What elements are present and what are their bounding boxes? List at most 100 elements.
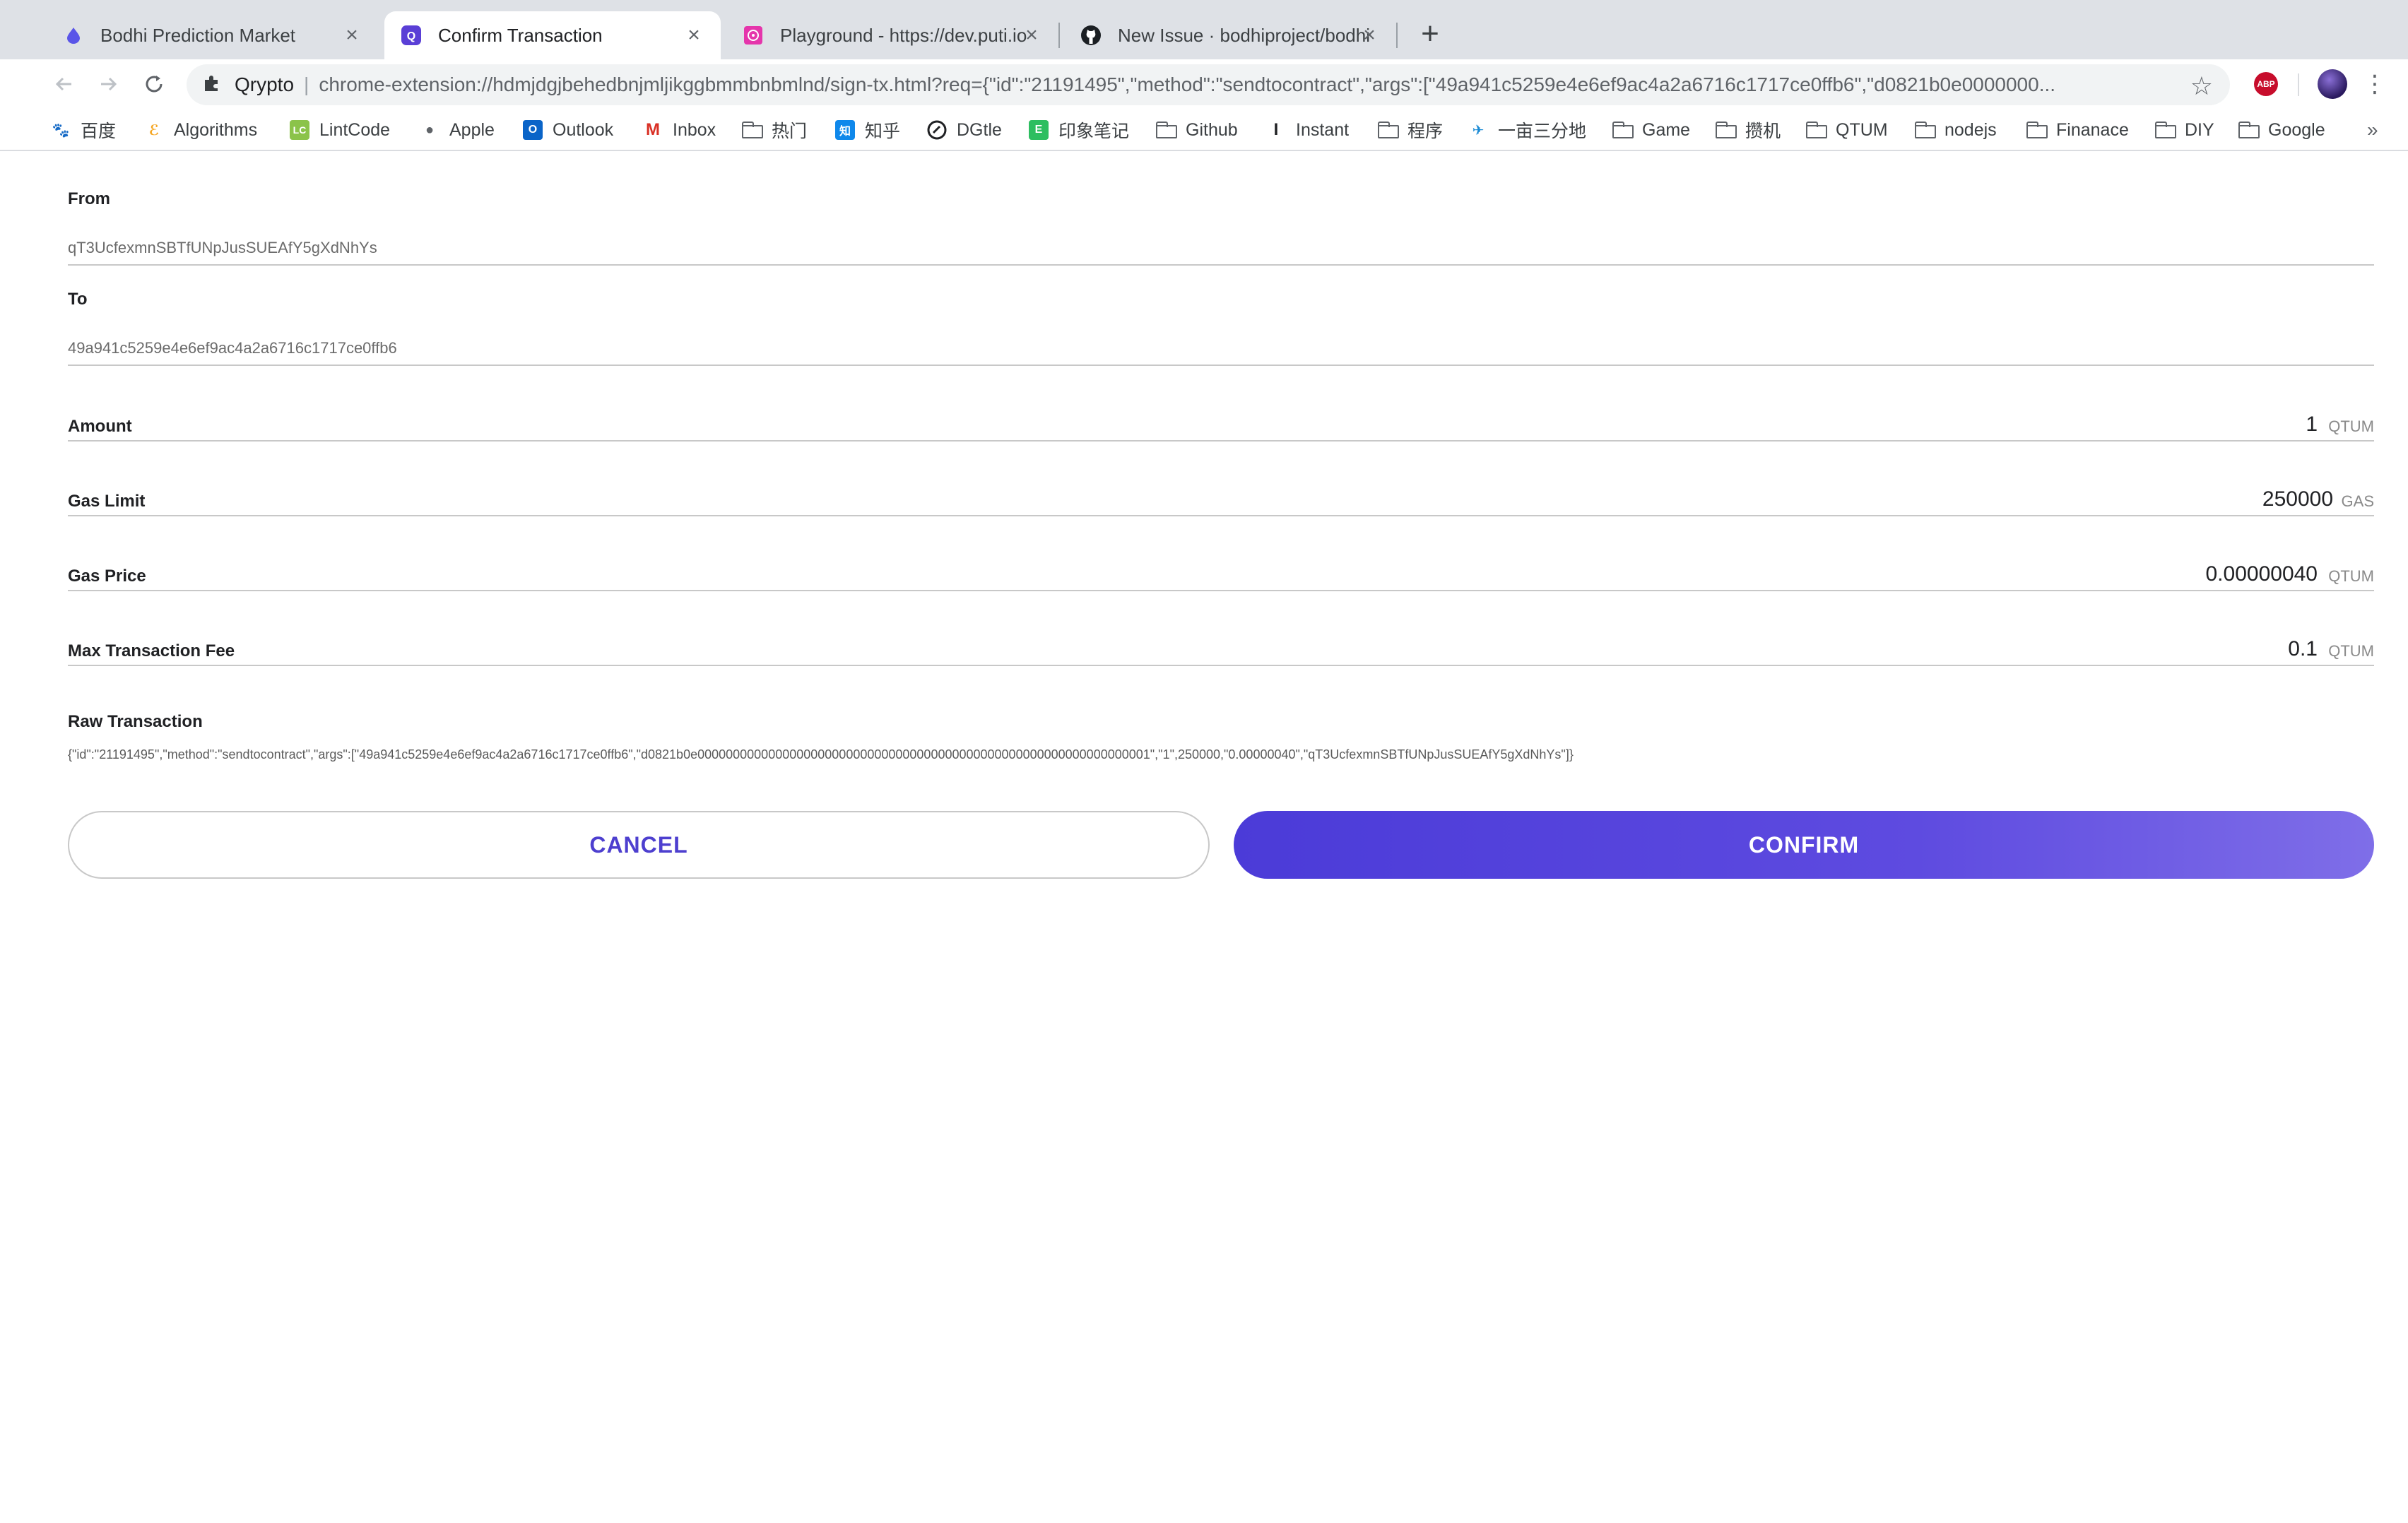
from-label: From [68,189,110,208]
max-fee-label: Max Transaction Fee [68,641,235,660]
forward-button[interactable] [92,67,126,101]
tab-github-new-issue[interactable]: New Issue · bodhiproject/bodhi × [1064,11,1396,59]
bookmark-folder-nodejs[interactable]: nodejs [1915,117,1997,143]
max-fee-unit: QTUM [2328,642,2374,660]
apple-icon: ● [425,122,435,138]
bookmark-label: Outlook [553,119,614,140]
folder-icon [2155,120,2176,140]
bookmark-label: LintCode [319,119,391,140]
browser-toolbar: Qrypto | chrome-extension://hdmjdgjbehed… [0,59,2408,109]
gas-limit-value: 250000 [2262,487,2333,511]
folder-icon [2238,120,2260,140]
bookmark-folder-hot[interactable]: 热门 [742,117,807,143]
bookmark-folder-build-pc[interactable]: 攒机 [1716,117,1781,143]
to-underline [68,365,2374,366]
bookmark-label: 知乎 [865,122,901,141]
back-button[interactable] [47,67,81,101]
bookmark-instant[interactable]: I Instant [1266,117,1349,143]
gas-price-label: Gas Price [68,567,146,586]
bookmark-label: Game [1642,119,1691,140]
star-icon[interactable]: ☆ [2190,71,2213,101]
bookmark-dgtle[interactable]: DGtle [927,117,1002,143]
more-menu-icon[interactable]: ⋮ [2363,69,2387,99]
bookmark-label: QTUM [1836,119,1888,140]
gmail-icon: M [646,120,660,139]
tab-confirm-transaction[interactable]: Q Confirm Transaction × [384,11,721,59]
bookmark-baidu[interactable]: 🐾 百度 [51,117,116,143]
new-tab-button[interactable]: + [1413,16,1447,51]
bookmark-folder-qtum[interactable]: QTUM [1806,117,1888,143]
from-underline [68,264,2374,266]
profile-avatar[interactable] [2318,69,2347,99]
tab-separator [1058,23,1060,48]
playground-icon [742,24,765,47]
bookmark-inbox[interactable]: M Inbox [643,117,716,143]
zhihu-icon: 知 [835,120,855,140]
bookmark-folder-game[interactable]: Game [1612,117,1690,143]
gas-price-underline [68,590,2374,591]
bookmark-evernote[interactable]: E 印象笔记 [1029,117,1129,143]
bookmarks-overflow-button[interactable]: » [2367,119,2378,141]
from-address: qT3UcfexmnSBTfUNpJusSUEAfY5gXdNhYs [68,239,377,256]
bookmark-folder-diy[interactable]: DIY [2155,117,2214,143]
bookmark-folder-google[interactable]: Google [2238,117,2325,143]
instant-icon: I [1273,120,1279,139]
dgtle-icon [927,120,947,140]
lintcode-icon: LC [290,120,309,140]
bookmark-zhihu[interactable]: 知 知乎 [835,117,900,143]
puzzle-icon [202,73,222,97]
tab-title: Confirm Transaction [438,24,603,46]
bookmark-label: Algorithms [174,119,258,140]
bookmark-lintcode[interactable]: LC LintCode [290,117,390,143]
bookmark-algorithms[interactable]: ℰ Algorithms [144,117,257,143]
toolbar-separator [2298,73,2299,96]
bookmark-label: Instant [1296,119,1350,140]
bookmark-folder-programs[interactable]: 程序 [1378,117,1443,143]
amount-unit: QTUM [2328,417,2374,435]
adblock-plus-icon[interactable]: ABP [2254,72,2278,96]
folder-icon [2026,120,2048,140]
bookmark-folder-github[interactable]: Github [1156,117,1238,143]
tab-separator [1396,23,1398,48]
to-label: To [68,290,88,309]
bookmark-label: 程序 [1407,122,1444,141]
address-bar[interactable]: Qrypto | chrome-extension://hdmjdgjbehed… [187,64,2230,105]
arrow-right-icon [101,77,117,91]
url-text[interactable]: chrome-extension://hdmjdgjbehedbnjmljikg… [319,73,2230,96]
bookmark-folder-finanace[interactable]: Finanace [2026,117,2129,143]
bookmark-apple[interactable]: ● Apple [420,117,495,143]
gas-limit-unit: GAS [2341,492,2374,510]
tab-title: Playground - https://dev.puti.io [780,24,1027,46]
bookmark-outlook[interactable]: O Outlook [523,117,613,143]
folder-icon [1156,120,1177,140]
amount-label: Amount [68,417,132,436]
raw-transaction-text: {"id":"21191495","method":"sendtocontrac… [68,747,1574,762]
gas-limit-label: Gas Limit [68,492,146,511]
to-address: 49a941c5259e4e6ef9ac4a2a6716c1717ce0ffb6 [68,339,397,357]
bookmark-label: DGtle [957,119,1002,140]
evernote-icon: E [1029,120,1049,140]
bookmark-label: 一亩三分地 [1498,122,1587,141]
tab-title: New Issue · bodhiproject/bodhi [1118,24,1370,46]
bookmark-label: Inbox [673,119,716,140]
1point3acres-icon: ✈ [1472,122,1485,138]
close-icon[interactable]: × [683,23,705,47]
bookmark-1point3acres[interactable]: ✈ 一亩三分地 [1468,117,1586,143]
reload-button[interactable] [137,67,171,101]
bookmark-label: Apple [449,119,495,140]
folder-icon [1378,120,1399,140]
bookmark-label: DIY [2185,119,2214,140]
cancel-button[interactable]: CANCEL [68,811,1210,879]
close-icon[interactable]: × [1020,23,1043,47]
tab-playground[interactable]: Playground - https://dev.puti.io × [726,11,1058,59]
tab-strip: Bodhi Prediction Market × Q Confirm Tran… [0,0,2408,59]
close-icon[interactable]: × [341,23,363,47]
tab-bodhi[interactable]: Bodhi Prediction Market × [47,11,379,59]
amount-underline [68,440,2374,442]
bookmark-label: Finanace [2056,119,2129,140]
close-icon[interactable]: × [1358,23,1381,47]
confirm-button[interactable]: CONFIRM [1234,811,2374,879]
folder-icon [1806,120,1827,140]
bookmark-label: 百度 [81,122,117,141]
baidu-paw-icon: 🐾 [52,122,70,138]
